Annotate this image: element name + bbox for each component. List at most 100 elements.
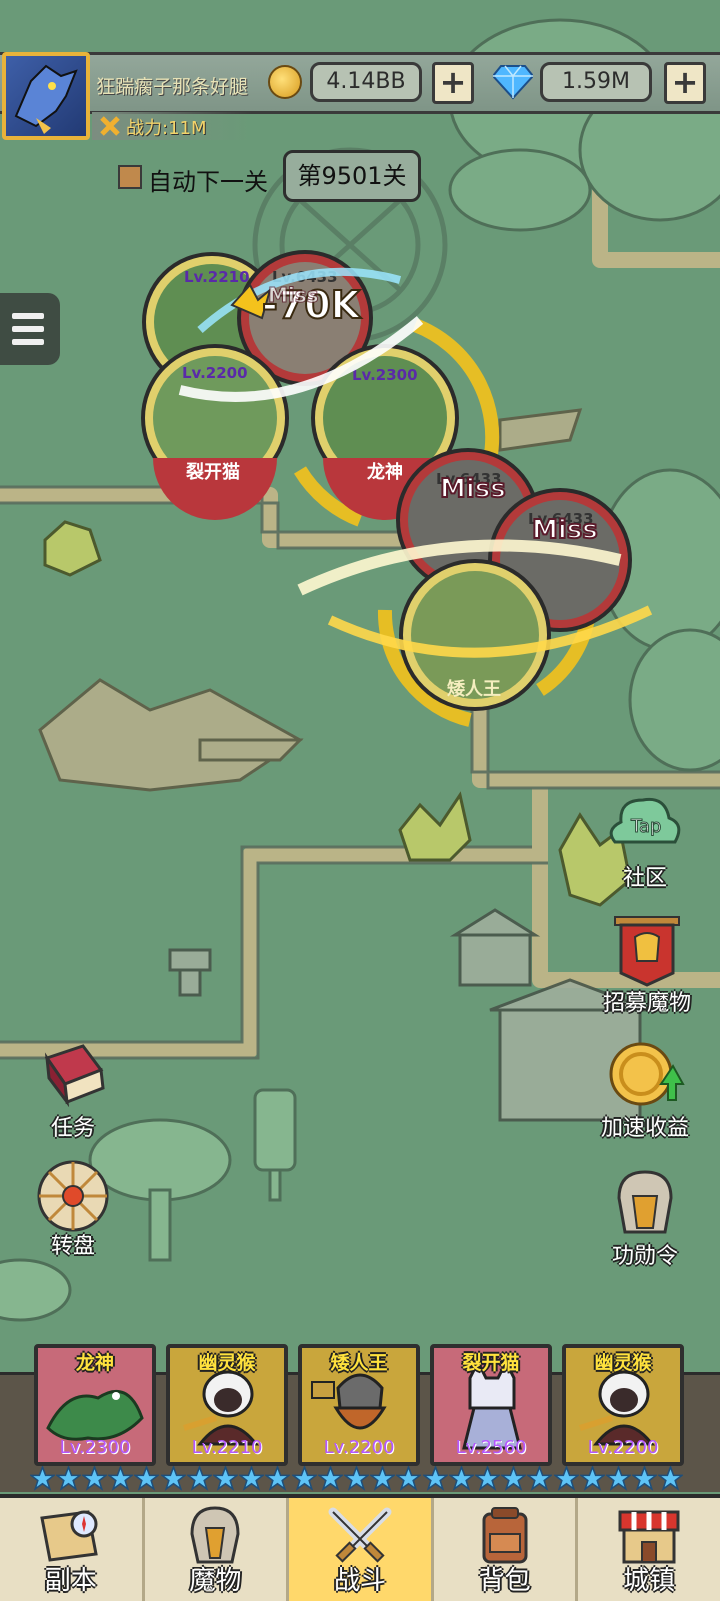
team-card-1[interactable]: 龙神 Lv.2300	[34, 1344, 156, 1466]
boost-coin-icon	[609, 1042, 685, 1106]
card-level: Lv.2200	[587, 1437, 659, 1458]
tap-icon: Tap	[609, 797, 681, 844]
menu-icon[interactable]	[0, 293, 60, 365]
player-avatar[interactable]	[2, 52, 90, 140]
star-icon	[370, 1466, 395, 1491]
gem-amount: 1.59M	[540, 62, 652, 102]
gold-coin-icon	[268, 65, 302, 99]
star-icon	[30, 1466, 55, 1491]
game-screen: Lv.2210 Lv.6433 Lv.2200 裂开猫 Lv.2300 龙神 L…	[0, 0, 720, 1601]
star-icon	[82, 1466, 107, 1491]
unit-name: 矮人王	[447, 678, 501, 700]
recruit-label: 招募魔物	[602, 991, 691, 1016]
star-rating	[554, 1466, 683, 1492]
card-name: 幽灵猴	[594, 1352, 652, 1374]
quest-button[interactable]: 任务	[18, 1040, 128, 1142]
star-icon	[423, 1466, 448, 1491]
unit-name: 裂开猫	[185, 461, 240, 483]
merit-button[interactable]: 功勋令	[590, 1168, 700, 1270]
boost-income-button[interactable]: 加速收益	[590, 1040, 700, 1142]
nav-monsters[interactable]: 魔物	[145, 1498, 290, 1601]
unit-level: Lv.2300	[352, 366, 418, 384]
star-icon	[475, 1466, 500, 1491]
miss-indicator-2: Miss	[440, 474, 506, 504]
nav-dungeon[interactable]: 副本	[0, 1498, 145, 1601]
star-icon	[527, 1466, 552, 1491]
player-name: 狂踹瘸子那条好腿	[96, 76, 249, 98]
crossed-swords-icon	[328, 1507, 392, 1563]
battle-unit-ally-4[interactable]: 矮人王	[399, 559, 551, 711]
battle-unit-ally-2[interactable]: Lv.2200 裂开猫	[141, 344, 289, 520]
star-icon	[344, 1466, 369, 1491]
merit-label: 功勋令	[611, 1244, 678, 1269]
team-card-4[interactable]: 裂开猫 Lv.2560	[430, 1344, 552, 1466]
wheel-button[interactable]: 转盘	[18, 1158, 128, 1260]
star-rating	[423, 1466, 552, 1492]
star-rating	[30, 1466, 159, 1492]
star-icon	[187, 1466, 212, 1491]
auto-next-checkbox[interactable]	[118, 165, 142, 189]
nav-battle[interactable]: 战斗	[289, 1498, 434, 1601]
star-icon	[449, 1466, 474, 1491]
auto-next-label[interactable]: 自动下一关	[148, 162, 268, 197]
star-icon	[108, 1466, 133, 1491]
quest-book-icon	[44, 1044, 105, 1108]
star-icon	[56, 1466, 81, 1491]
unit-name: 龙神	[367, 461, 403, 483]
card-level: Lv.2210	[191, 1437, 263, 1458]
star-icon	[213, 1466, 238, 1491]
team-card-5[interactable]: 幽灵猴 Lv.2200	[562, 1344, 684, 1466]
community-label: 社区	[622, 866, 667, 891]
star-icon	[501, 1466, 526, 1491]
add-gems-button[interactable]: +	[664, 62, 706, 104]
team-card-3[interactable]: 矮人王 Lv.2200	[298, 1344, 420, 1466]
card-name: 幽灵猴	[198, 1352, 256, 1374]
miss-indicator-1: Miss	[268, 283, 319, 307]
svg-text:Tap: Tap	[630, 816, 661, 837]
recruit-button[interactable]: 招募魔物	[592, 915, 702, 1017]
star-rating	[161, 1466, 290, 1492]
gold-amount: 4.14BB	[310, 62, 422, 102]
star-rating	[292, 1466, 421, 1492]
star-icon	[580, 1466, 605, 1491]
team-card-2[interactable]: 幽灵猴 Lv.2210	[166, 1344, 288, 1466]
combat-power: 战力:11M	[126, 118, 207, 139]
card-level: Lv.2200	[323, 1437, 395, 1458]
boost-income-label: 加速收益	[600, 1116, 689, 1141]
miss-indicator-3: Miss	[532, 515, 598, 545]
helmet-icon	[617, 1170, 673, 1234]
stage-indicator: 第9501关	[283, 150, 421, 202]
star-icon	[318, 1466, 343, 1491]
star-icon	[632, 1466, 657, 1491]
nav-backpack[interactable]: 背包	[434, 1498, 579, 1601]
map-scroll-icon	[40, 1510, 98, 1562]
unit-level: Lv.2210	[184, 268, 250, 286]
star-icon	[606, 1466, 631, 1491]
helmet-icon	[190, 1506, 240, 1564]
star-icon	[134, 1466, 159, 1491]
card-name: 矮人王	[330, 1352, 388, 1374]
community-button[interactable]: Tap 社区	[590, 790, 700, 892]
card-level: Lv.2300	[59, 1437, 131, 1458]
wheel-icon	[37, 1160, 109, 1232]
star-icon	[396, 1466, 421, 1491]
backpack-icon	[482, 1507, 528, 1564]
add-gold-button[interactable]: +	[432, 62, 474, 104]
star-icon	[161, 1466, 186, 1491]
diamond-icon	[493, 65, 533, 100]
star-icon	[554, 1466, 579, 1491]
bottom-nav: 副本 魔物 战斗 背包 城镇	[0, 1494, 720, 1601]
card-name: 裂开猫	[462, 1352, 520, 1374]
wheel-label: 转盘	[50, 1234, 95, 1259]
banner-icon	[614, 916, 680, 987]
shop-icon	[618, 1510, 680, 1564]
quest-label: 任务	[50, 1116, 95, 1141]
star-icon	[265, 1466, 290, 1491]
star-icon	[292, 1466, 317, 1491]
card-name: 龙神	[75, 1352, 114, 1374]
nav-town[interactable]: 城镇	[578, 1498, 720, 1601]
power-icon	[100, 116, 120, 136]
card-level: Lv.2560	[455, 1437, 527, 1458]
star-icon	[239, 1466, 264, 1491]
star-icon	[658, 1466, 683, 1491]
